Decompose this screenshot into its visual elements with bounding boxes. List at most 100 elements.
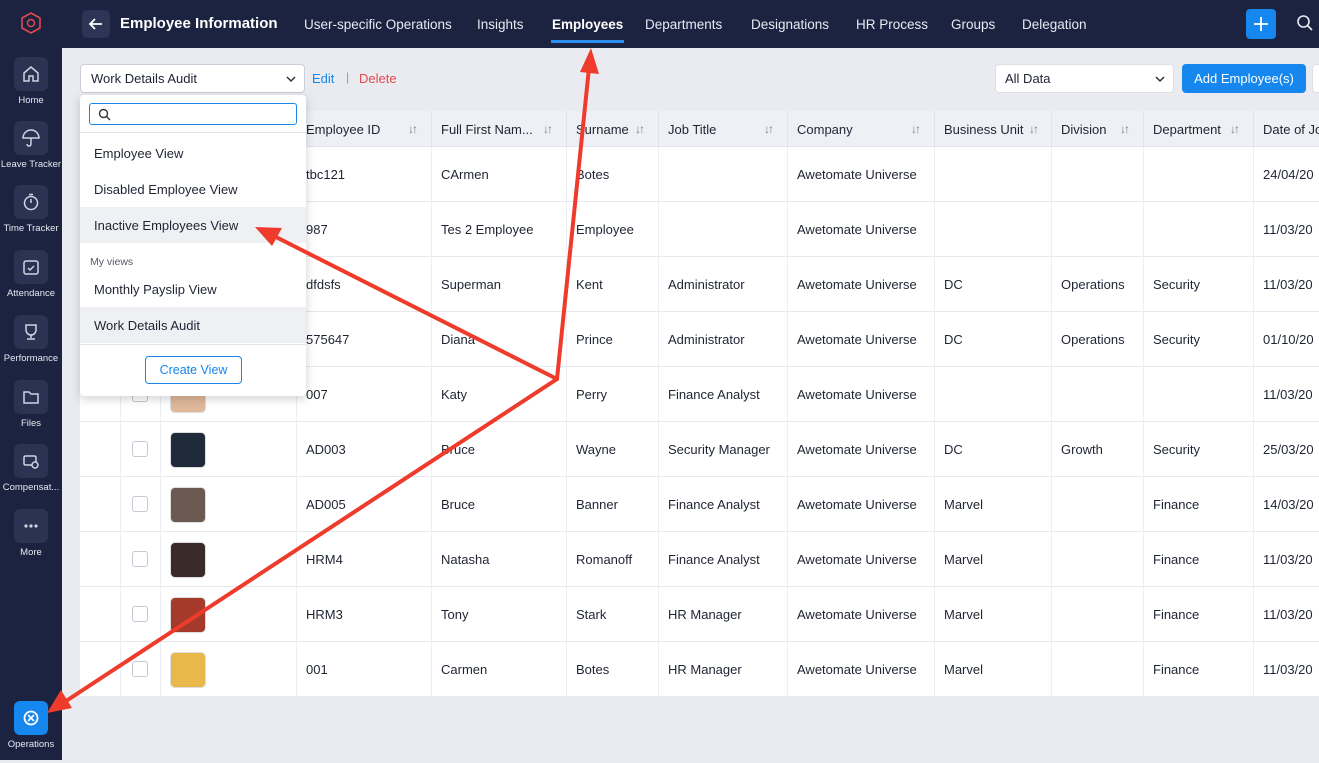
row-checkbox[interactable] (132, 606, 148, 622)
sidebar-item-operations[interactable]: Operations (0, 701, 62, 763)
top-navigation-bar: Employee Information User-specific Opera… (62, 0, 1319, 48)
table-cell (658, 202, 787, 257)
view-selector-value: Work Details Audit (91, 71, 197, 86)
table-row[interactable]: AD005 Bruce Banner Finance Analyst Awetomate… (80, 477, 1319, 532)
table-cell: Awetomate Universe (787, 532, 934, 587)
tab-designations[interactable]: Designations (751, 17, 829, 32)
row-checkbox[interactable] (132, 551, 148, 567)
add-employees-button[interactable]: Add Employee(s) (1182, 64, 1306, 93)
row-checkbox[interactable] (132, 661, 148, 677)
sidebar-item-more[interactable]: More (0, 509, 62, 571)
sort-icon[interactable]: ↓↑ (635, 122, 645, 136)
table-row[interactable]: HRM3 Tony Stark HR Manager Awetomate Univers… (80, 587, 1319, 642)
delete-view-link[interactable]: Delete (359, 71, 397, 86)
sidebar-label: More (20, 547, 42, 558)
table-cell: Employee (566, 202, 658, 257)
page-title: Employee Information (120, 15, 278, 32)
more-options-button[interactable] (1312, 64, 1319, 93)
avatar[interactable] (170, 487, 206, 523)
table-cell[interactable]: dfdsfs (296, 257, 431, 312)
avatar[interactable] (170, 432, 206, 468)
row-checkbox[interactable] (132, 496, 148, 512)
table-cell (1051, 587, 1143, 642)
view-search-input[interactable] (89, 103, 297, 125)
table-cell[interactable]: HRM3 (296, 587, 431, 642)
column-header[interactable]: Surname (566, 111, 658, 147)
add-button[interactable] (1246, 9, 1276, 39)
sidebar-label: Operations (7, 739, 55, 750)
table-cell[interactable]: 007 (296, 367, 431, 422)
separator: | (346, 70, 350, 84)
sidebar-label: Attendance (6, 288, 56, 299)
row-checkbox[interactable] (132, 441, 148, 457)
table-cell: 11/03/20 (1253, 532, 1319, 587)
view-option-work-details-audit[interactable]: Work Details Audit (80, 307, 306, 343)
table-cell[interactable]: 001 (296, 642, 431, 697)
sort-icon[interactable]: ↓↑ (1120, 122, 1130, 136)
chevron-down-icon (1155, 76, 1165, 83)
tab-user-specific-operations[interactable]: User-specific Operations (304, 17, 452, 32)
sort-icon[interactable]: ↓↑ (1230, 122, 1240, 136)
table-cell: Stark (566, 587, 658, 642)
table-row[interactable]: HRM4 Natasha Romanoff Finance Analyst Awetom… (80, 532, 1319, 587)
table-cell: DC (934, 312, 1051, 367)
table-row[interactable]: 001 Carmen Botes HR Manager Awetomate Univer… (80, 642, 1319, 697)
table-cell[interactable]: Carmen (431, 642, 566, 697)
table-cell[interactable]: 575647 (296, 312, 431, 367)
sort-icon[interactable]: ↓↑ (764, 122, 774, 136)
column-header[interactable]: Date of Jo (1253, 111, 1319, 147)
table-cell: Security Manager (658, 422, 787, 477)
table-cell: Administrator (658, 257, 787, 312)
view-selector[interactable]: Work Details Audit (80, 64, 305, 93)
sidebar-item-home[interactable]: Home (0, 57, 62, 119)
avatar[interactable] (170, 652, 206, 688)
table-cell[interactable]: 987 (296, 202, 431, 257)
sidebar-item-attendance[interactable]: Attendance (0, 250, 62, 312)
table-cell[interactable]: AD005 (296, 477, 431, 532)
sort-icon[interactable]: ↓↑ (408, 122, 418, 136)
sidebar-item-leave-tracker[interactable]: Leave Tracker (0, 121, 62, 183)
avatar[interactable] (170, 597, 206, 633)
table-row[interactable]: AD003 Bruce Wayne Security Manager Awetomate… (80, 422, 1319, 477)
back-button[interactable] (82, 10, 110, 38)
tab-departments[interactable]: Departments (645, 17, 722, 32)
view-option-inactive-employees[interactable]: Inactive Employees View (80, 207, 306, 243)
tab-groups[interactable]: Groups (951, 17, 995, 32)
table-cell[interactable]: AD003 (296, 422, 431, 477)
tab-hr-process[interactable]: HR Process (856, 17, 928, 32)
sort-icon[interactable]: ↓↑ (1029, 122, 1039, 136)
column-header[interactable]: Division (1051, 111, 1143, 147)
create-view-button[interactable]: Create View (145, 356, 242, 384)
data-filter-select[interactable]: All Data (995, 64, 1174, 93)
sidebar-item-performance[interactable]: Performance (0, 315, 62, 377)
table-cell (934, 202, 1051, 257)
table-cell[interactable]: Superman (431, 257, 566, 312)
avatar[interactable] (170, 542, 206, 578)
tab-delegation[interactable]: Delegation (1022, 17, 1087, 32)
search-icon[interactable] (1296, 14, 1314, 32)
tab-employees[interactable]: Employees (552, 17, 623, 32)
table-cell[interactable]: Bruce (431, 477, 566, 532)
table-cell: Operations (1051, 257, 1143, 312)
edit-view-link[interactable]: Edit (312, 71, 334, 86)
sort-icon[interactable]: ↓↑ (543, 122, 553, 136)
view-option-employee[interactable]: Employee View (80, 135, 306, 171)
view-option-monthly-payslip[interactable]: Monthly Payslip View (80, 271, 306, 307)
tab-insights[interactable]: Insights (477, 17, 524, 32)
table-cell[interactable]: Katy (431, 367, 566, 422)
table-cell[interactable]: tbc121 (296, 147, 431, 202)
table-cell[interactable]: HRM4 (296, 532, 431, 587)
table-cell[interactable]: Bruce (431, 422, 566, 477)
table-cell[interactable]: Tony (431, 587, 566, 642)
sidebar-item-compensation[interactable]: Compensat... (0, 444, 62, 506)
sidebar-item-time-tracker[interactable]: Time Tracker (0, 185, 62, 247)
table-cell[interactable]: Diana (431, 312, 566, 367)
table-cell[interactable]: CArmen (431, 147, 566, 202)
table-cell: 11/03/20 (1253, 202, 1319, 257)
table-cell[interactable]: Natasha (431, 532, 566, 587)
table-cell: Security (1143, 312, 1253, 367)
sidebar-item-files[interactable]: Files (0, 380, 62, 442)
view-option-disabled-employee[interactable]: Disabled Employee View (80, 171, 306, 207)
sort-icon[interactable]: ↓↑ (911, 122, 921, 136)
table-cell[interactable]: Tes 2 Employee (431, 202, 566, 257)
